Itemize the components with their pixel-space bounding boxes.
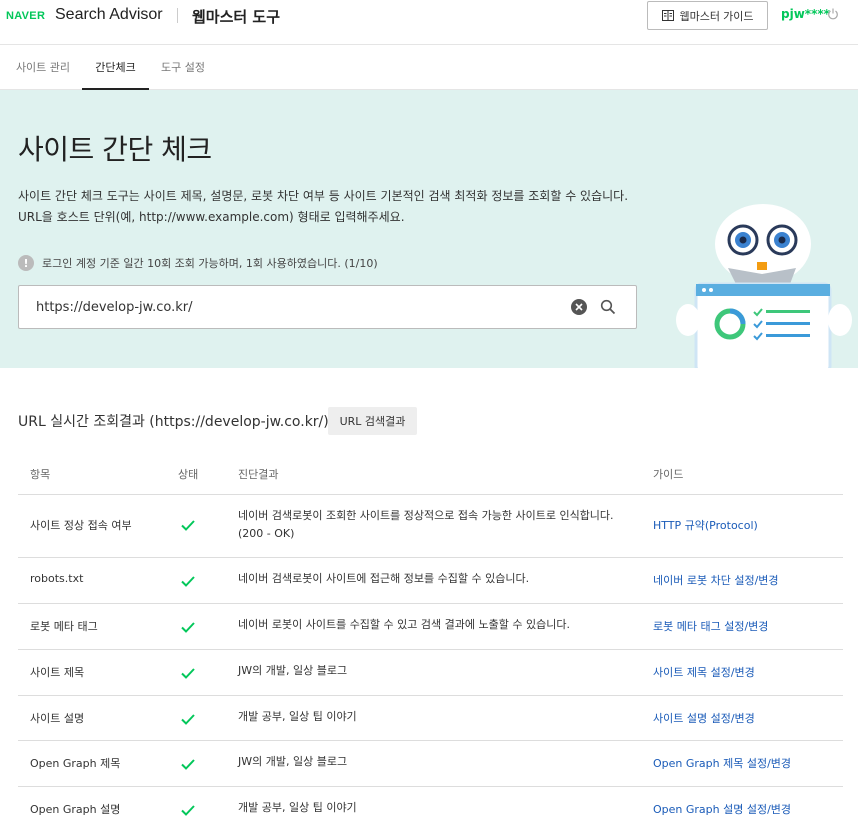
description-line: 사이트 간단 체크 도구는 사이트 제목, 설명문, 로봇 차단 여부 등 사이… — [18, 189, 629, 203]
search-icon[interactable] — [600, 299, 616, 315]
check-icon — [181, 520, 195, 531]
top-bar: NAVER Search Advisor 웹마스터 도구 웹마스터 가이드 pj… — [0, 0, 858, 45]
column-header-guide: 가이드 — [653, 468, 684, 481]
check-icon — [181, 622, 195, 633]
check-icon — [181, 714, 195, 725]
row-item: 사이트 설명 — [30, 712, 85, 725]
row-item: Open Graph 제목 — [30, 757, 121, 770]
tab-tool-settings[interactable]: 도구 설정 — [151, 45, 215, 90]
row-result: JW의 개발, 일상 블로그 — [238, 755, 348, 768]
row-item: 사이트 제목 — [30, 666, 85, 679]
guide-button-label: 웹마스터 가이드 — [679, 10, 754, 23]
table-header: 항목 상태 진단결과 가이드 — [18, 451, 843, 495]
usage-notice-text: 로그인 계정 기준 일간 10회 조회 가능하며, 1회 사용하였습니다. (1… — [42, 257, 378, 270]
row-item: 사이트 정상 접속 여부 — [30, 519, 132, 532]
row-result: 개발 공부, 일상 팁 이야기 — [238, 801, 357, 814]
row-guide-link[interactable]: 사이트 제목 설정/변경 — [653, 664, 755, 680]
check-icon — [181, 576, 195, 587]
table-row: Open Graph 설명 개발 공부, 일상 팁 이야기 Open Graph… — [18, 787, 843, 827]
book-icon — [661, 10, 674, 21]
table-row: 사이트 제목 JW의 개발, 일상 블로그 사이트 제목 설정/변경 — [18, 650, 843, 696]
description-line: URL을 호스트 단위(예, http://www.example.com) 형… — [18, 210, 405, 224]
row-guide-link[interactable]: 로봇 메타 태그 설정/변경 — [653, 618, 768, 634]
table-row: Open Graph 제목 JW의 개발, 일상 블로그 Open Graph … — [18, 741, 843, 787]
row-result: 개발 공부, 일상 팁 이야기 — [238, 710, 357, 723]
url-search-box — [18, 285, 637, 329]
table-row: 사이트 정상 접속 여부 네이버 검색로봇이 조회한 사이트를 정상적으로 접속… — [18, 495, 843, 558]
row-result: 네이버 검색로봇이 사이트에 접근해 정보를 수집할 수 있습니다. — [238, 572, 530, 585]
naver-logo[interactable]: NAVER — [6, 10, 45, 22]
row-guide-link[interactable]: HTTP 규약(Protocol) — [653, 517, 758, 533]
row-result: 네이버 로봇이 사이트를 수집할 수 있고 검색 결과에 노출할 수 있습니다. — [238, 618, 570, 631]
row-item: robots.txt — [30, 572, 84, 585]
table-row: 사이트 설명 개발 공부, 일상 팁 이야기 사이트 설명 설정/변경 — [18, 696, 843, 741]
row-guide-link[interactable]: Open Graph 설명 설정/변경 — [653, 801, 791, 817]
row-item: 로봇 메타 태그 — [30, 620, 98, 633]
usage-notice: ! 로그인 계정 기준 일간 10회 조회 가능하며, 1회 사용하였습니다. … — [18, 255, 378, 271]
tab-bar: 사이트 관리 간단체크 도구 설정 — [0, 45, 858, 90]
column-header-item: 항목 — [30, 468, 51, 481]
page-title: 사이트 간단 체크 — [18, 133, 212, 166]
url-search-result-button[interactable]: URL 검색결과 — [328, 407, 417, 435]
check-icon — [181, 668, 195, 679]
row-guide-link[interactable]: 네이버 로봇 차단 설정/변경 — [653, 572, 779, 588]
tab-site-management[interactable]: 사이트 관리 — [6, 45, 80, 90]
robot-illustration — [676, 204, 852, 368]
row-guide-link[interactable]: Open Graph 제목 설정/변경 — [653, 755, 791, 771]
row-result: JW의 개발, 일상 블로그 — [238, 664, 348, 677]
result-title: URL 실시간 조회결과 (https://develop-jw.co.kr/) — [18, 414, 329, 430]
column-header-status: 상태 — [178, 468, 199, 481]
table-row: 로봇 메타 태그 네이버 로봇이 사이트를 수집할 수 있고 검색 결과에 노출… — [18, 604, 843, 650]
tab-quick-check[interactable]: 간단체크 — [82, 45, 149, 90]
column-header-result: 진단결과 — [238, 468, 279, 481]
table-row: robots.txt 네이버 검색로봇이 사이트에 접근해 정보를 수집할 수 … — [18, 558, 843, 604]
app-title[interactable]: Search Advisor — [55, 6, 163, 24]
check-icon — [181, 805, 195, 816]
info-icon: ! — [18, 255, 34, 271]
page-description: 사이트 간단 체크 도구는 사이트 제목, 설명문, 로봇 차단 여부 등 사이… — [18, 186, 658, 228]
tool-title[interactable]: 웹마스터 도구 — [192, 6, 280, 27]
result-table: 항목 상태 진단결과 가이드 사이트 정상 접속 여부 네이버 검색로봇이 조회… — [18, 451, 843, 827]
row-result: 네이버 검색로봇이 조회한 사이트를 정상적으로 접속 가능한 사이트로 인식합… — [238, 509, 614, 540]
user-name[interactable]: pjw**** — [781, 7, 830, 21]
row-guide-link[interactable]: 사이트 설명 설정/변경 — [653, 710, 755, 726]
url-input[interactable] — [36, 286, 556, 328]
hero-section: 사이트 간단 체크 사이트 간단 체크 도구는 사이트 제목, 설명문, 로봇 … — [0, 90, 858, 368]
webmaster-guide-button[interactable]: 웹마스터 가이드 — [647, 1, 768, 30]
check-icon — [181, 759, 195, 770]
row-item: Open Graph 설명 — [30, 803, 121, 816]
clear-icon[interactable] — [571, 299, 587, 315]
title-divider — [177, 8, 178, 23]
power-icon[interactable] — [827, 8, 839, 20]
